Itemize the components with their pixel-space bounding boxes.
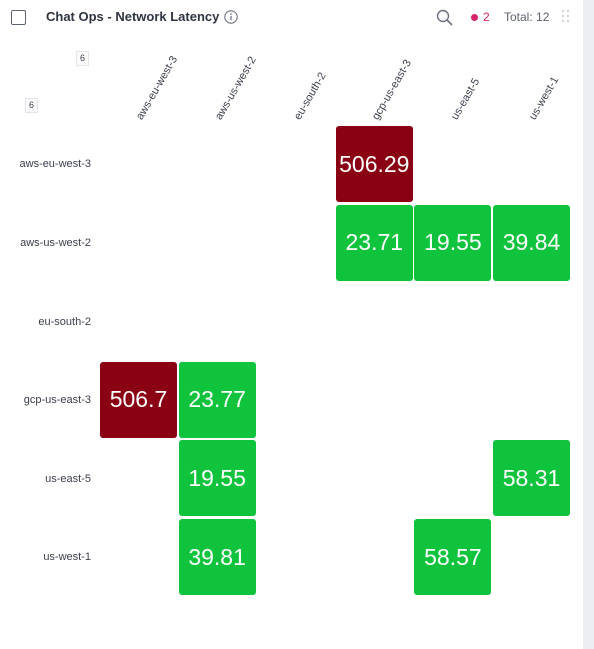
matrix-cell[interactable]: 19.55 bbox=[178, 440, 256, 517]
matrix-cell[interactable]: 39.81 bbox=[178, 519, 256, 595]
matrix-cell[interactable]: 23.77 bbox=[178, 361, 256, 438]
row-header: eu-south-2 bbox=[38, 315, 91, 328]
row-count-badge: 6 bbox=[25, 98, 39, 113]
row-header: us-east-5 bbox=[45, 472, 91, 485]
alert-count[interactable]: 2 bbox=[483, 10, 490, 24]
matrix-cell[interactable]: 58.57 bbox=[414, 519, 492, 595]
matrix-cell[interactable]: 506.7 bbox=[100, 361, 177, 438]
column-header: gcp-us-east-3 bbox=[370, 57, 415, 122]
column-header: us-east-5 bbox=[448, 76, 483, 122]
matrix-cell[interactable]: 23.71 bbox=[335, 204, 413, 281]
row-header: aws-us-west-2 bbox=[20, 236, 91, 249]
row-header: us-west-1 bbox=[43, 551, 91, 564]
column-header: eu-south-2 bbox=[291, 70, 329, 122]
info-icon[interactable] bbox=[224, 10, 238, 24]
row-header: aws-eu-west-3 bbox=[19, 158, 91, 171]
matrix-cell[interactable]: 58.31 bbox=[493, 440, 570, 517]
matrix-cell[interactable]: 19.55 bbox=[414, 204, 492, 281]
vertical-scrollbar[interactable] bbox=[583, 0, 594, 649]
total-count: Total: 12 bbox=[504, 10, 550, 24]
column-header: us-west-1 bbox=[527, 74, 562, 122]
matrix-cell[interactable]: 506.29 bbox=[335, 126, 413, 202]
column-header: aws-us-west-2 bbox=[212, 54, 259, 123]
select-panel-checkbox[interactable] bbox=[11, 10, 26, 25]
panel-header: Chat Ops - Network Latency 2 Total: 12 bbox=[0, 0, 583, 36]
row-header: gcp-us-east-3 bbox=[23, 394, 91, 407]
column-count-badge: 6 bbox=[76, 51, 90, 66]
matrix-cell[interactable]: 39.84 bbox=[493, 204, 570, 281]
drag-handle-icon[interactable] bbox=[562, 10, 570, 24]
alert-dot-icon bbox=[471, 14, 478, 21]
panel-title: Chat Ops - Network Latency bbox=[46, 9, 220, 24]
column-header: aws-eu-west-3 bbox=[134, 54, 181, 122]
search-icon[interactable] bbox=[436, 9, 453, 26]
